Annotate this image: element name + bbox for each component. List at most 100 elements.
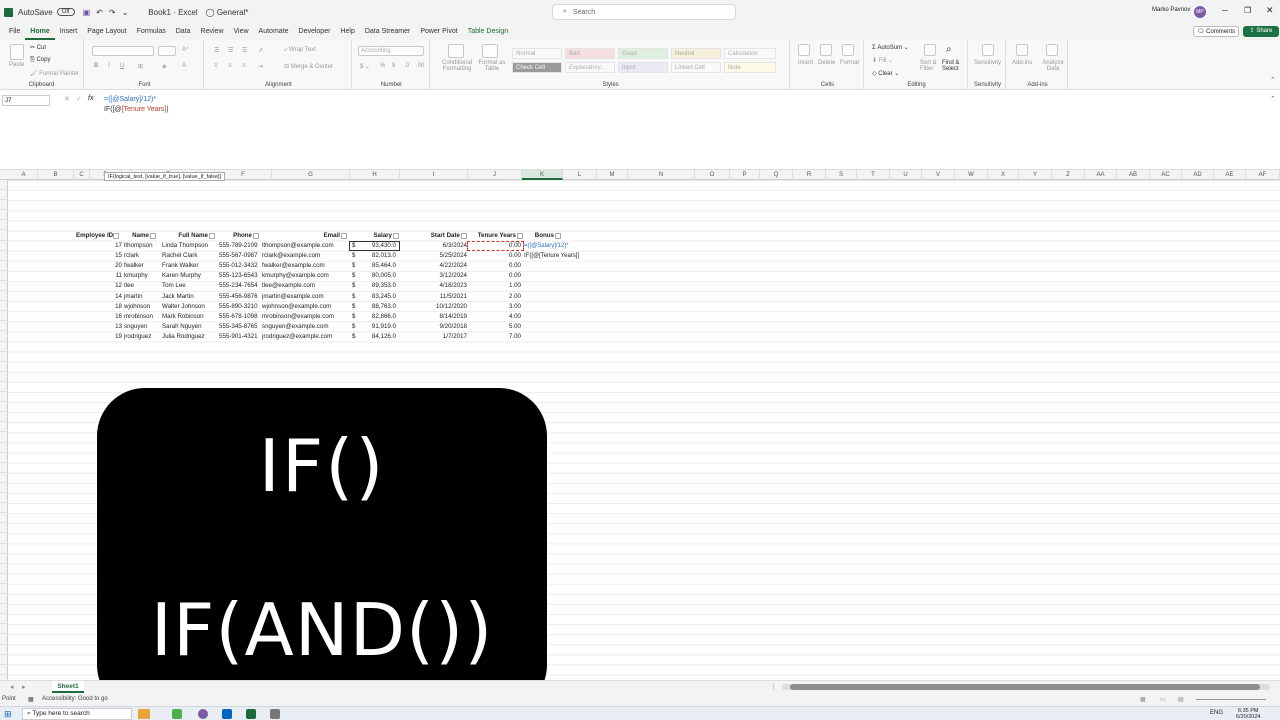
currency-symbol-cell[interactable]: $	[352, 322, 360, 332]
italic-icon[interactable]: I	[108, 63, 110, 69]
phone-cell[interactable]: 555-901-4321	[219, 332, 261, 342]
column-header[interactable]: Y	[1019, 170, 1052, 180]
row-header[interactable]	[0, 190, 8, 201]
paste-button[interactable]: Paste	[9, 62, 24, 68]
row-header[interactable]	[0, 554, 8, 564]
column-header[interactable]: H	[350, 170, 400, 180]
copy-button[interactable]: ⎘ Copy	[30, 57, 50, 64]
sort-filter-button[interactable]: Sort & Filter	[920, 60, 940, 72]
horizontal-scrollbar[interactable]	[782, 684, 1270, 690]
row-header[interactable]	[0, 574, 8, 584]
row-header[interactable]	[0, 645, 8, 655]
email-cell[interactable]: jmartin@example.com	[262, 292, 348, 302]
row-header[interactable]	[0, 311, 8, 322]
start-date-cell[interactable]: 4/18/2023	[400, 281, 467, 291]
currency-symbol-cell[interactable]: $	[352, 281, 360, 291]
full-name-cell[interactable]: Julia Rodriguez	[162, 332, 218, 342]
row-header[interactable]	[0, 624, 8, 635]
taskbar-search[interactable]: ⌕ Type here to search	[22, 708, 132, 720]
taskbar-app-icon[interactable]	[222, 709, 232, 719]
row-header[interactable]	[0, 412, 8, 423]
row-header[interactable]	[0, 422, 8, 433]
conditional-formatting-icon[interactable]	[448, 44, 464, 58]
row-header[interactable]	[0, 362, 8, 372]
column-header[interactable]: Q	[760, 170, 793, 180]
tab-help[interactable]: Help	[335, 24, 359, 40]
percent-icon[interactable]: %	[380, 63, 385, 69]
redo-icon[interactable]: ↷	[109, 0, 116, 24]
name-cell[interactable]: tlee	[124, 281, 160, 291]
row-header[interactable]	[0, 251, 8, 261]
decrease-decimal-icon[interactable]: .00	[416, 63, 424, 69]
row-header[interactable]	[0, 402, 8, 413]
row-header[interactable]	[0, 382, 8, 392]
formula-input[interactable]: =([@Salary]/12)* IF([@[Tenure Years]|	[104, 95, 168, 115]
name-cell[interactable]: jmartin	[124, 292, 160, 302]
format-painter-button[interactable]: 🖌 Format Painter	[30, 70, 79, 77]
tenure-years-cell[interactable]: 7.00	[468, 332, 521, 342]
bonus-edit-line2[interactable]: IF([@[Tenure Years]]	[524, 251, 579, 261]
style-note[interactable]: Note	[724, 62, 776, 73]
normal-view-icon[interactable]: ▦	[1140, 696, 1146, 703]
style-bad[interactable]: Bad	[565, 48, 615, 59]
find-select-button[interactable]: Find & Select	[942, 60, 966, 72]
row-header[interactable]	[0, 443, 8, 453]
row-header[interactable]	[0, 241, 8, 251]
name-box[interactable]: J7	[2, 95, 50, 106]
column-header[interactable]: C	[74, 170, 90, 180]
enter-formula-icon[interactable]: ✓	[76, 95, 82, 103]
salary-cell[interactable]: 82,866.0	[360, 312, 396, 322]
align-left-icon[interactable]: ≡	[214, 63, 218, 69]
align-center-icon[interactable]: ≡	[228, 63, 232, 69]
row-header[interactable]	[0, 392, 8, 403]
delete-cells-button[interactable]: Delete	[818, 60, 835, 66]
style-explanatory[interactable]: Explanatory...	[565, 62, 615, 73]
row-header[interactable]	[0, 635, 8, 645]
currency-icon[interactable]: $ ⌄	[360, 63, 370, 70]
column-header[interactable]: V	[922, 170, 955, 180]
filter-dropdown-icon[interactable]	[209, 233, 215, 239]
start-date-cell[interactable]: 6/3/2024	[400, 241, 467, 251]
tenure-years-cell[interactable]: 3.00	[468, 302, 521, 312]
clock[interactable]: 6:35 PM 6/20/2024	[1236, 708, 1260, 720]
style-neutral[interactable]: Neutral	[671, 48, 721, 59]
email-cell[interactable]: mrobinson@example.com	[262, 312, 348, 322]
row-header[interactable]	[0, 433, 8, 443]
autosave-toggle[interactable]: Off	[56, 0, 75, 24]
filter-dropdown-icon[interactable]	[341, 233, 347, 239]
phone-cell[interactable]: 555-234-7654	[219, 281, 261, 291]
font-color-icon[interactable]: A	[182, 63, 186, 69]
column-header[interactable]: M	[597, 170, 628, 180]
name-cell[interactable]: kmurphy	[124, 271, 160, 281]
format-cells-button[interactable]: Format	[840, 60, 859, 66]
column-header[interactable]: Z	[1052, 170, 1085, 180]
orientation-icon[interactable]: ↗	[258, 47, 263, 54]
phone-cell[interactable]: 555-123-6543	[219, 271, 261, 281]
style-linked-cell[interactable]: Linked Cell	[671, 62, 721, 73]
email-cell[interactable]: lthompson@example.com	[262, 241, 348, 251]
collapse-ribbon-icon[interactable]: ⌃	[1270, 76, 1276, 84]
tab-power-pivot[interactable]: Power Pivot	[415, 24, 462, 40]
column-header[interactable]: N	[628, 170, 695, 180]
salary-cell[interactable]: 84,126.0	[360, 332, 396, 342]
start-date-cell[interactable]: 9/20/2018	[400, 322, 467, 332]
sensitivity-button[interactable]: Sensitivity	[974, 60, 1001, 66]
format-as-table-icon[interactable]	[482, 44, 498, 58]
tenure-years-cell[interactable]: 4.00	[468, 312, 521, 322]
align-right-icon[interactable]: ≡	[242, 63, 246, 69]
column-header[interactable]: K	[522, 170, 563, 180]
employee-id-cell[interactable]: 12	[76, 281, 122, 291]
insert-cells-icon[interactable]	[798, 44, 810, 56]
tenure-years-cell[interactable]: 0.00	[468, 261, 521, 271]
currency-symbol-cell[interactable]: $	[352, 271, 360, 281]
taskbar-excel-icon[interactable]	[246, 709, 256, 719]
filter-dropdown-icon[interactable]	[150, 233, 156, 239]
full-name-cell[interactable]: Linda Thompson	[162, 241, 218, 251]
tenure-years-cell[interactable]: 5.00	[468, 322, 521, 332]
row-header[interactable]	[0, 564, 8, 574]
email-cell[interactable]: jrodriguez@example.com	[262, 332, 348, 342]
previous-sheet-icon[interactable]: ◂	[10, 683, 14, 691]
taskbar-app-icon[interactable]	[198, 709, 208, 719]
tenure-years-cell[interactable]: 1.00	[468, 281, 521, 291]
salary-cell[interactable]: 88,763.0	[360, 302, 396, 312]
